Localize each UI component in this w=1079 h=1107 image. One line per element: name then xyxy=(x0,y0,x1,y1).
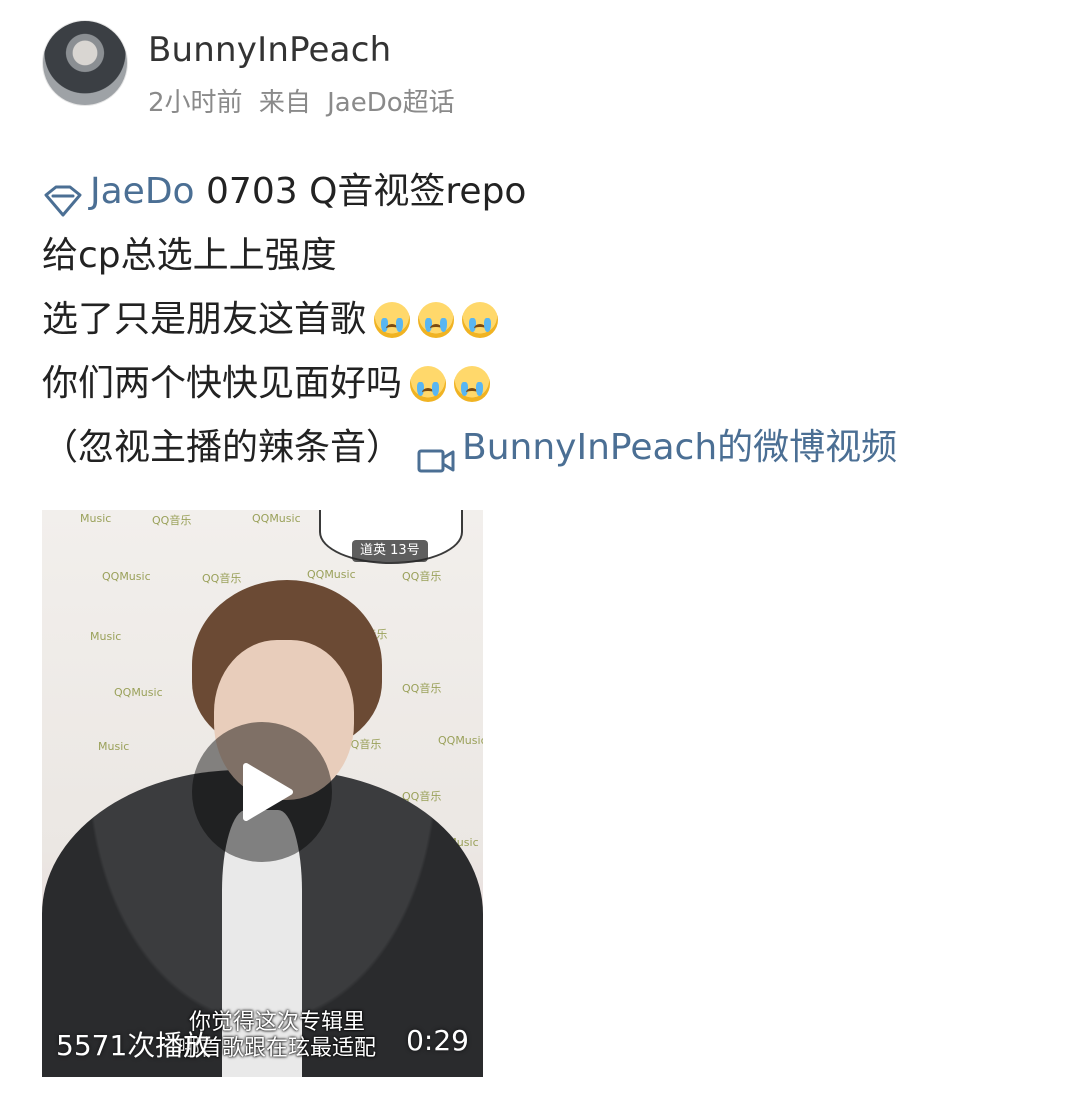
post-line-3-text: 选了只是朋友这首歌 xyxy=(42,299,367,340)
post-line-4-text: 你们两个快快见面好吗 xyxy=(42,363,403,404)
post-line-5: （忽视主播的辣条音） BunnyInPeach的微博视频 xyxy=(42,416,1042,480)
live-tag: 道英 13号 xyxy=(352,540,428,562)
wall-logo: QQ音乐 xyxy=(402,570,442,583)
post-line-3: 选了只是朋友这首歌 xyxy=(42,288,1042,352)
video-link[interactable]: BunnyInPeach的微博视频 xyxy=(462,416,897,480)
source-prefix: 来自 xyxy=(258,88,311,118)
play-button[interactable] xyxy=(192,722,332,862)
video-player[interactable]: Music QQ音乐 QQMusic QQMusic QQ音乐 QQMusic … xyxy=(42,510,483,1077)
crying-emoji-icon xyxy=(410,366,447,402)
crying-emoji-icon xyxy=(462,302,499,338)
video-camera-icon xyxy=(416,433,456,473)
wall-logo: QQMusic xyxy=(438,734,483,747)
post-line-4: 你们两个快快见面好吗 xyxy=(42,352,1042,416)
username[interactable]: BunnyInPeach xyxy=(148,30,391,70)
source-link[interactable]: JaeDo超话 xyxy=(327,88,455,118)
topic-link[interactable]: JaeDo xyxy=(90,160,195,224)
wall-logo: QQMusic xyxy=(252,512,301,525)
crying-emoji-icon xyxy=(418,302,455,338)
post-line-2: 给cp总选上上强度 xyxy=(42,235,337,276)
post-line-1-text: 0703 Q音视签repo xyxy=(194,171,527,212)
wall-logo: QQ音乐 xyxy=(152,514,192,527)
wall-logo: QQMusic xyxy=(307,568,356,581)
post-body: JaeDo 0703 Q音视签repo 给cp总选上上强度 选了只是朋友这首歌 … xyxy=(42,160,1042,480)
diamond-topic-icon xyxy=(42,175,84,217)
play-icon xyxy=(243,763,293,821)
view-count: 5571次播放 xyxy=(56,1029,212,1062)
post-line-5-text: （忽视主播的辣条音） xyxy=(42,427,403,468)
wall-logo: QQ音乐 xyxy=(202,572,242,585)
post-meta: 2小时前 来自 JaeDo超话 xyxy=(148,82,455,119)
avatar[interactable] xyxy=(42,20,128,106)
crying-emoji-icon xyxy=(374,302,411,338)
wall-logo: QQ音乐 xyxy=(402,682,442,695)
wall-logo: Music xyxy=(80,512,112,525)
wall-logo: Music xyxy=(98,740,130,753)
post-line-1: JaeDo 0703 Q音视签repo xyxy=(42,160,1042,224)
wall-logo: QQMusic xyxy=(102,570,151,583)
wall-logo: Music xyxy=(90,630,122,643)
video-duration: 0:29 xyxy=(406,1024,469,1057)
post-time: 2小时前 xyxy=(148,88,243,118)
crying-emoji-icon xyxy=(454,366,491,402)
wall-logo: QQMusic xyxy=(114,686,163,699)
